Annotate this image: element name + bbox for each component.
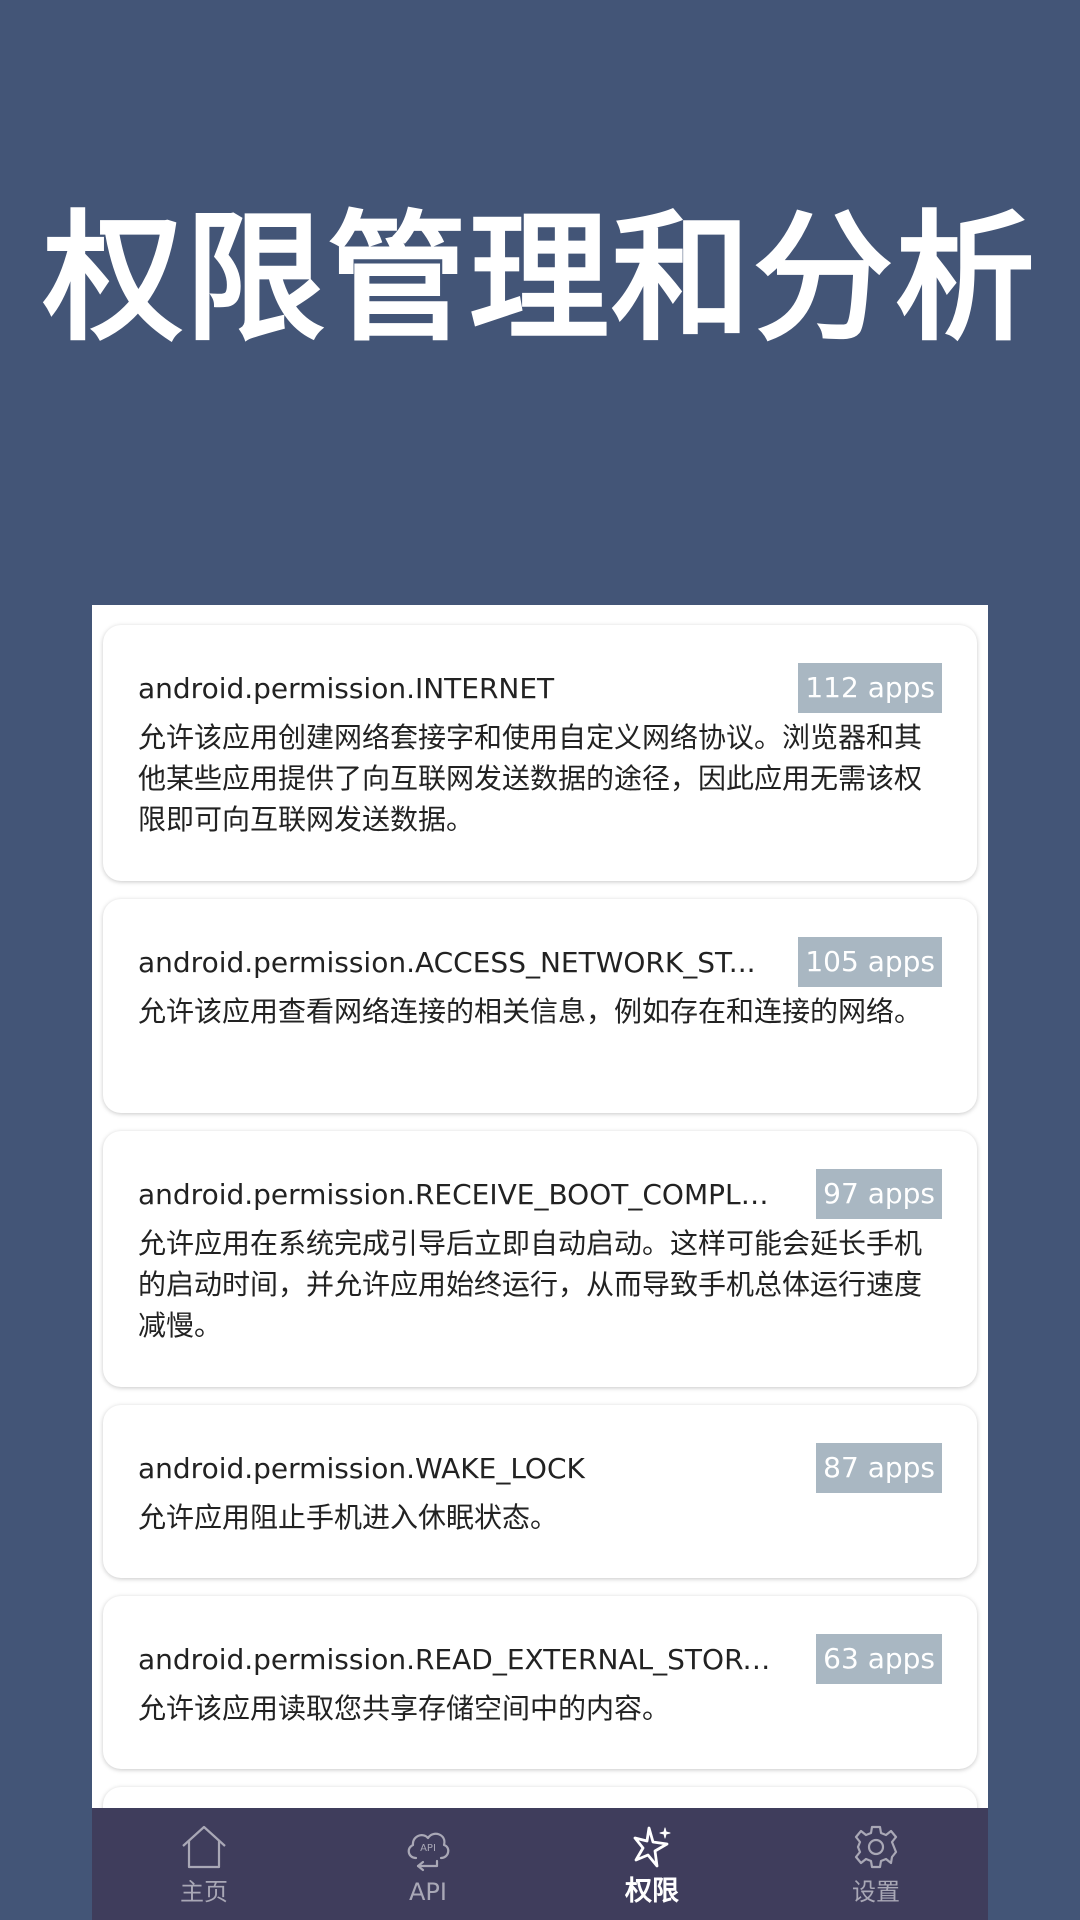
app-count-badge: 97 apps (816, 1169, 942, 1219)
bottom-tab-bar: 主页 API API 权限 设置 (92, 1808, 988, 1920)
permission-card[interactable]: android.permission.RECEIVE_BOOT_COMPLE..… (103, 1131, 977, 1387)
sparkle-icon (633, 1826, 671, 1868)
app-count-badge: 105 apps (798, 937, 942, 987)
hero-title: 权限管理和分析 (42, 198, 1037, 361)
permission-card[interactable]: android.permission.ACCESS_NETWORK_ST... … (103, 899, 977, 1113)
tab-label: 权限 (625, 1876, 679, 1907)
permission-description: 允许应用阻止手机进入休眠状态。 (138, 1501, 559, 1534)
permission-name: android.permission.ACCESS_NETWORK_ST... (138, 946, 756, 979)
tab-home[interactable]: 主页 (92, 1808, 316, 1920)
home-icon (182, 1825, 226, 1869)
tab-api[interactable]: API API (316, 1808, 540, 1920)
permission-card[interactable]: android.permission.READ_EXTERNAL_STORA..… (103, 1596, 977, 1769)
tab-label: 主页 (180, 1878, 228, 1906)
tab-permissions[interactable]: 权限 (540, 1808, 764, 1920)
promo-page: 权限管理和分析 android.permission.INTERNET 112 … (0, 0, 1080, 1920)
permission-description: 允许应用在系统完成引导后立即自动启动。这样可能会延长手机的启动时间，并允许应用始… (138, 1227, 923, 1342)
permission-description: 允许该应用查看网络连接的相关信息，例如存在和连接的网络。 (138, 995, 923, 1028)
permission-name: android.permission.WAKE_LOCK (138, 1452, 585, 1485)
app-count-badge: 112 apps (798, 663, 942, 713)
app-count-badge: 63 apps (816, 1634, 942, 1684)
svg-text:API: API (420, 1843, 436, 1854)
permission-description: 允许该应用读取您共享存储空间中的内容。 (138, 1692, 671, 1725)
permission-card-partial[interactable] (103, 1787, 977, 1808)
permission-name: android.permission.READ_EXTERNAL_STORA..… (138, 1643, 778, 1676)
permission-card[interactable]: android.permission.WAKE_LOCK 87 apps 允许应… (103, 1405, 977, 1578)
gear-icon (854, 1825, 898, 1869)
permission-name: android.permission.RECEIVE_BOOT_COMPLE..… (138, 1178, 778, 1211)
permission-card[interactable]: android.permission.INTERNET 112 apps 允许该… (103, 625, 977, 881)
tab-settings[interactable]: 设置 (764, 1808, 988, 1920)
permission-name: android.permission.INTERNET (138, 672, 555, 705)
permission-description: 允许该应用创建网络套接字和使用自定义网络协议。浏览器和其他某些应用提供了向互联网… (138, 721, 923, 836)
permission-list[interactable]: android.permission.INTERNET 112 apps 允许该… (92, 605, 988, 1808)
app-screen: android.permission.INTERNET 112 apps 允许该… (92, 605, 988, 1920)
api-cloud-icon: API (407, 1832, 450, 1872)
tab-label: API (409, 1878, 447, 1906)
app-count-badge: 87 apps (816, 1443, 942, 1493)
tab-label: 设置 (852, 1878, 900, 1906)
